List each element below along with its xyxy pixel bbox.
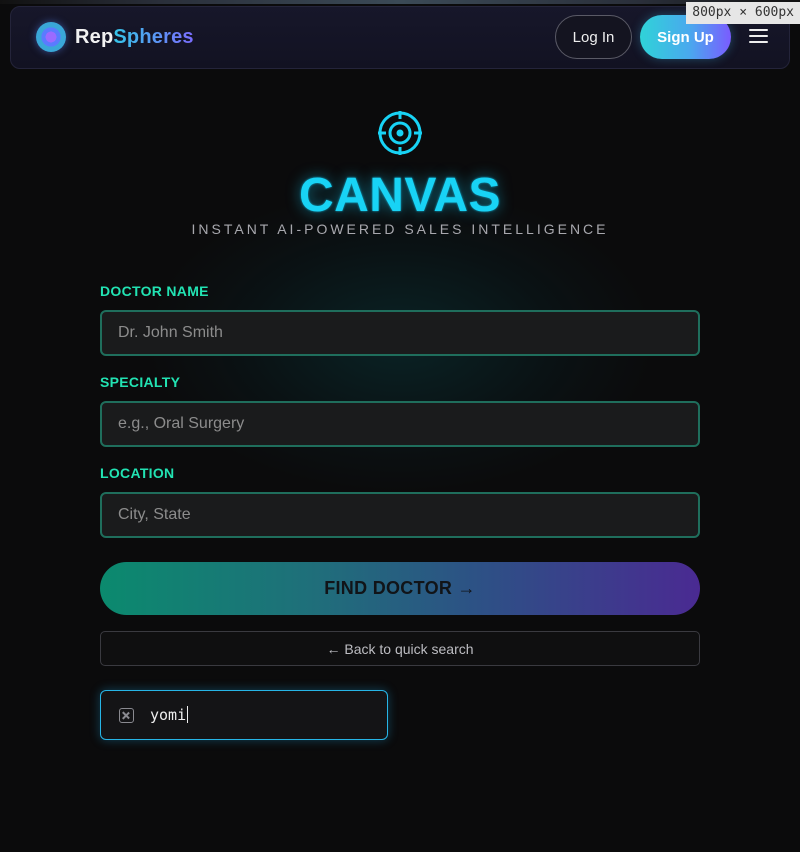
page-subtitle: INSTANT AI-POWERED SALES INTELLIGENCE xyxy=(191,221,609,237)
search-tag-input[interactable]: yomi xyxy=(100,690,388,740)
brand[interactable]: RepSpheres xyxy=(36,22,194,52)
specialty-label: SPECIALTY xyxy=(100,374,181,390)
back-to-quick-search-button[interactable]: ← Back to quick search xyxy=(100,631,700,666)
find-doctor-button[interactable]: FIND DOCTOR → xyxy=(100,562,700,615)
login-button[interactable]: Log In xyxy=(555,15,632,59)
page: RepSpheres Log In Sign Up 800px × 600px … xyxy=(0,0,800,852)
doctor-name-label: DOCTOR NAME xyxy=(100,283,209,299)
hamburger-menu-icon[interactable] xyxy=(749,29,768,45)
location-label: LOCATION xyxy=(100,465,175,481)
search-tag-text: yomi xyxy=(150,706,189,724)
brand-name-part2: Spheres xyxy=(113,25,194,48)
specialty-input[interactable] xyxy=(100,401,700,447)
brand-name-part1: Rep xyxy=(75,25,114,48)
brand-logo-icon xyxy=(36,22,66,52)
navbar: RepSpheres Log In Sign Up xyxy=(10,6,790,69)
search-tag-value: yomi xyxy=(150,706,187,724)
top-accent-line xyxy=(0,0,800,4)
page-title: CANVAS xyxy=(298,169,502,222)
text-caret xyxy=(187,706,189,723)
brand-name: RepSpheres xyxy=(75,26,194,49)
clear-tag-icon[interactable] xyxy=(119,708,134,723)
doctor-name-input[interactable] xyxy=(100,310,700,356)
location-input[interactable] xyxy=(100,492,700,538)
viewport-size-badge: 800px × 600px xyxy=(686,2,800,24)
target-icon xyxy=(378,111,422,155)
